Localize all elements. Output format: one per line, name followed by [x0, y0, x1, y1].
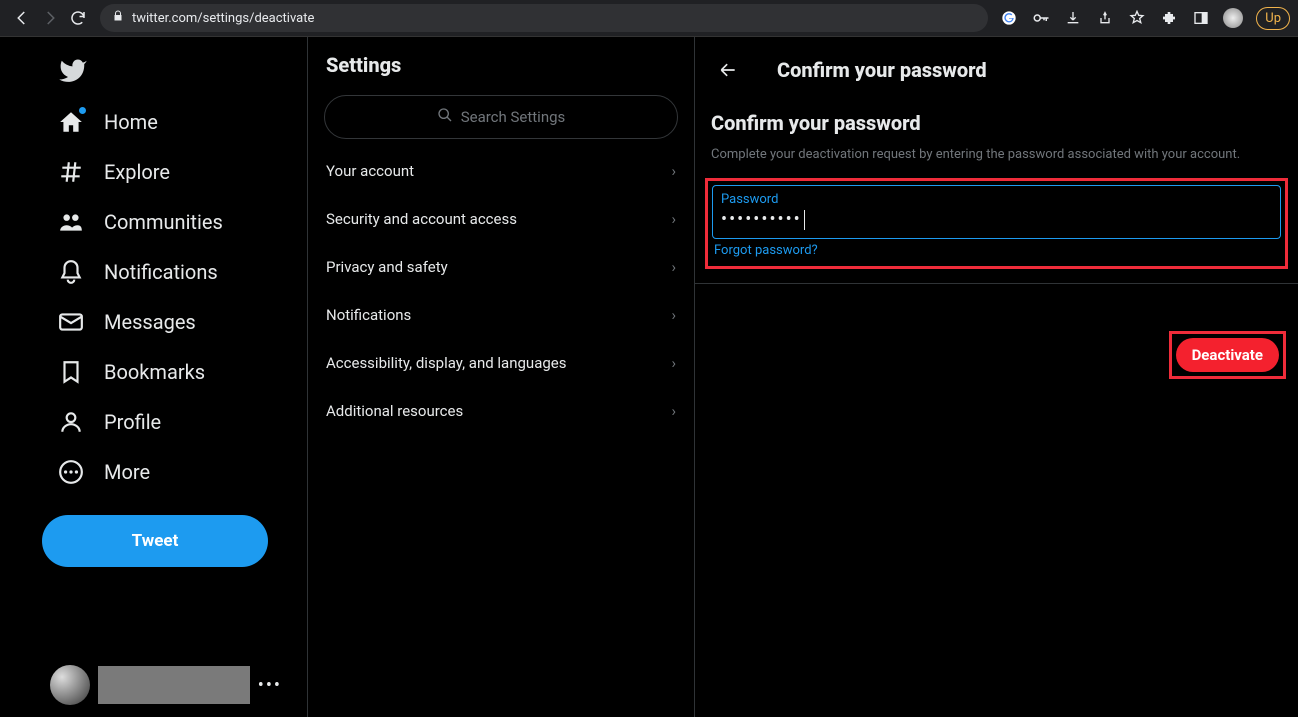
settings-item-label: Privacy and safety	[326, 258, 448, 276]
settings-item-additional[interactable]: Additional resources ›	[308, 387, 694, 435]
mail-icon	[58, 309, 84, 335]
browser-toolbar: Up	[996, 5, 1290, 31]
main-column: Confirm your password Confirm your passw…	[695, 37, 1298, 717]
text-caret	[804, 210, 805, 230]
share-icon[interactable]	[1092, 5, 1118, 31]
more-dots-icon: •••	[258, 675, 282, 696]
password-key-icon[interactable]	[1028, 5, 1054, 31]
search-icon	[437, 107, 453, 127]
browser-reload-button[interactable]	[64, 4, 92, 32]
nav-label: Explore	[104, 160, 170, 184]
back-button[interactable]	[711, 53, 745, 87]
section-title: Confirm your password	[695, 101, 1298, 143]
divider	[695, 283, 1298, 284]
app-root: Home Explore Communities Notifications M…	[0, 37, 1298, 717]
avatar	[50, 665, 90, 705]
person-icon	[58, 409, 84, 435]
nav-more[interactable]: More	[42, 447, 307, 497]
account-name-redacted	[98, 666, 250, 704]
password-highlight-annotation: Password •••••••••• Forgot password?	[705, 178, 1288, 269]
lock-icon	[112, 10, 124, 26]
hashtag-icon	[58, 159, 84, 185]
nav-home[interactable]: Home	[42, 97, 307, 147]
bookmark-star-icon[interactable]	[1124, 5, 1150, 31]
nav-label: Notifications	[104, 260, 218, 284]
browser-update-button[interactable]: Up	[1256, 7, 1290, 30]
settings-item-label: Additional resources	[326, 402, 463, 420]
nav-label: Messages	[104, 310, 196, 334]
settings-item-privacy[interactable]: Privacy and safety ›	[308, 243, 694, 291]
nav-notifications[interactable]: Notifications	[42, 247, 307, 297]
nav-label: Home	[104, 110, 158, 134]
chevron-right-icon: ›	[671, 210, 676, 228]
people-icon	[58, 209, 84, 235]
extensions-icon[interactable]	[1156, 5, 1182, 31]
deactivate-button[interactable]: Deactivate	[1176, 338, 1279, 372]
settings-item-label: Your account	[326, 162, 414, 180]
nav-communities[interactable]: Communities	[42, 197, 307, 247]
primary-nav: Home Explore Communities Notifications M…	[0, 37, 308, 717]
settings-item-label: Security and account access	[326, 210, 517, 228]
forgot-password-link[interactable]: Forgot password?	[712, 239, 1281, 262]
twitter-logo[interactable]	[42, 47, 307, 97]
settings-title: Settings	[308, 49, 694, 95]
main-header: Confirm your password	[695, 49, 1298, 101]
chevron-right-icon: ›	[671, 306, 676, 324]
nav-label: Bookmarks	[104, 360, 205, 384]
bookmark-icon	[58, 359, 84, 385]
browser-forward-button[interactable]	[36, 4, 64, 32]
google-account-icon[interactable]	[996, 5, 1022, 31]
nav-explore[interactable]: Explore	[42, 147, 307, 197]
search-placeholder: Search Settings	[461, 108, 566, 126]
settings-item-security[interactable]: Security and account access ›	[308, 195, 694, 243]
browser-bar: twitter.com/settings/deactivate Up	[0, 0, 1298, 37]
browser-back-button[interactable]	[8, 4, 36, 32]
more-circle-icon	[58, 459, 84, 485]
nav-bookmarks[interactable]: Bookmarks	[42, 347, 307, 397]
settings-column: Settings Search Settings Your account › …	[308, 37, 695, 717]
page-title: Confirm your password	[777, 58, 987, 82]
settings-item-notifications[interactable]: Notifications ›	[308, 291, 694, 339]
deactivate-highlight-annotation: Deactivate	[1169, 331, 1286, 379]
settings-item-label: Accessibility, display, and languages	[326, 354, 566, 372]
nav-label: Communities	[104, 210, 223, 234]
profile-avatar-icon[interactable]	[1220, 5, 1246, 31]
nav-label: More	[104, 460, 150, 484]
chevron-right-icon: ›	[671, 258, 676, 276]
download-icon[interactable]	[1060, 5, 1086, 31]
home-icon	[58, 109, 84, 135]
tweet-button[interactable]: Tweet	[42, 515, 268, 567]
nav-profile[interactable]: Profile	[42, 397, 307, 447]
settings-item-label: Notifications	[326, 306, 411, 324]
chevron-right-icon: ›	[671, 402, 676, 420]
account-switcher[interactable]: •••	[50, 665, 282, 705]
url-text: twitter.com/settings/deactivate	[132, 11, 314, 26]
chevron-right-icon: ›	[671, 354, 676, 372]
password-input[interactable]: Password ••••••••••	[712, 185, 1281, 239]
settings-item-accessibility[interactable]: Accessibility, display, and languages ›	[308, 339, 694, 387]
settings-item-your-account[interactable]: Your account ›	[308, 147, 694, 195]
search-settings-input[interactable]: Search Settings	[324, 95, 678, 139]
nav-messages[interactable]: Messages	[42, 297, 307, 347]
address-bar[interactable]: twitter.com/settings/deactivate	[100, 4, 988, 32]
chevron-right-icon: ›	[671, 162, 676, 180]
password-value: ••••••••••	[721, 207, 1272, 230]
sidepanel-icon[interactable]	[1188, 5, 1214, 31]
password-label: Password	[721, 192, 1272, 207]
nav-label: Profile	[104, 410, 161, 434]
bell-icon	[58, 259, 84, 285]
help-text: Complete your deactivation request by en…	[695, 143, 1298, 178]
